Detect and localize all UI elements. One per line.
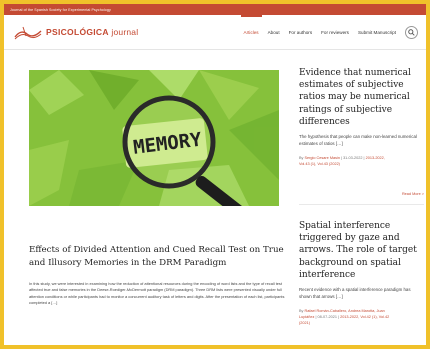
featured-article: MEMORY Effects of Divided Attention and … xyxy=(29,70,284,306)
logo-suffix: journal xyxy=(108,27,139,37)
side-article-2-read-more[interactable]: Read More > xyxy=(402,345,424,349)
search-button[interactable] xyxy=(405,25,418,39)
memory-magnifier-illustration: MEMORY xyxy=(29,70,279,206)
side-article-1-date: 31-03-2022 xyxy=(343,156,363,161)
side-article-2: Spatial interference triggered by gaze a… xyxy=(299,220,424,326)
side-divider xyxy=(299,204,424,205)
nav-about[interactable]: About xyxy=(268,15,280,49)
site-header: PSICOLÓGICA journal Articles About For a… xyxy=(4,15,426,49)
featured-article-excerpt: In this study, we were interested in exa… xyxy=(29,281,285,306)
main-nav: Articles About For authors For reviewers… xyxy=(240,15,418,49)
logo-wordmark: PSICOLÓGICA xyxy=(46,27,109,37)
side-article-2-date: 08-07-2021 xyxy=(317,315,337,320)
header-divider xyxy=(4,49,426,50)
journal-topbar: Journal of the Spanish Society for Exper… xyxy=(4,4,426,15)
nav-for-authors[interactable]: For authors xyxy=(289,15,313,49)
side-article-1-excerpt: The hypothesis that people can make non-… xyxy=(299,134,417,147)
featured-article-title[interactable]: Effects of Divided Attention and Cued Re… xyxy=(29,244,284,269)
search-icon xyxy=(408,28,415,36)
topbar-text: Journal of the Spanish Society for Exper… xyxy=(10,7,111,12)
nav-articles[interactable]: Articles xyxy=(240,15,262,49)
side-article-1-meta: By Sergio Cesare Masin | 31-03-2022 | 20… xyxy=(299,156,385,167)
side-article-1-read-more[interactable]: Read More > xyxy=(402,192,424,196)
nav-for-reviewers[interactable]: For reviewers xyxy=(321,15,349,49)
side-article-1: Evidence that numerical estimates of sub… xyxy=(299,67,424,196)
page-frame: Journal of the Spanish Society for Exper… xyxy=(0,0,430,349)
side-article-2-excerpt: Recent evidence with a spatial interfere… xyxy=(299,287,411,300)
featured-article-image[interactable]: MEMORY xyxy=(29,70,279,206)
side-article-1-title[interactable]: Evidence that numerical estimates of sub… xyxy=(299,67,424,128)
logo-wave-icon xyxy=(14,26,42,40)
nav-submit-manuscript[interactable]: Submit Manuscript xyxy=(358,15,396,49)
site-logo[interactable]: PSICOLÓGICA journal xyxy=(14,23,138,41)
side-article-2-meta: By Rafael Román-Caballero, Andrea Marott… xyxy=(299,309,390,326)
side-article-2-title[interactable]: Spatial interference triggered by gaze a… xyxy=(299,220,424,281)
side-article-1-author[interactable]: Sergio Cesare Masin xyxy=(305,156,340,160)
